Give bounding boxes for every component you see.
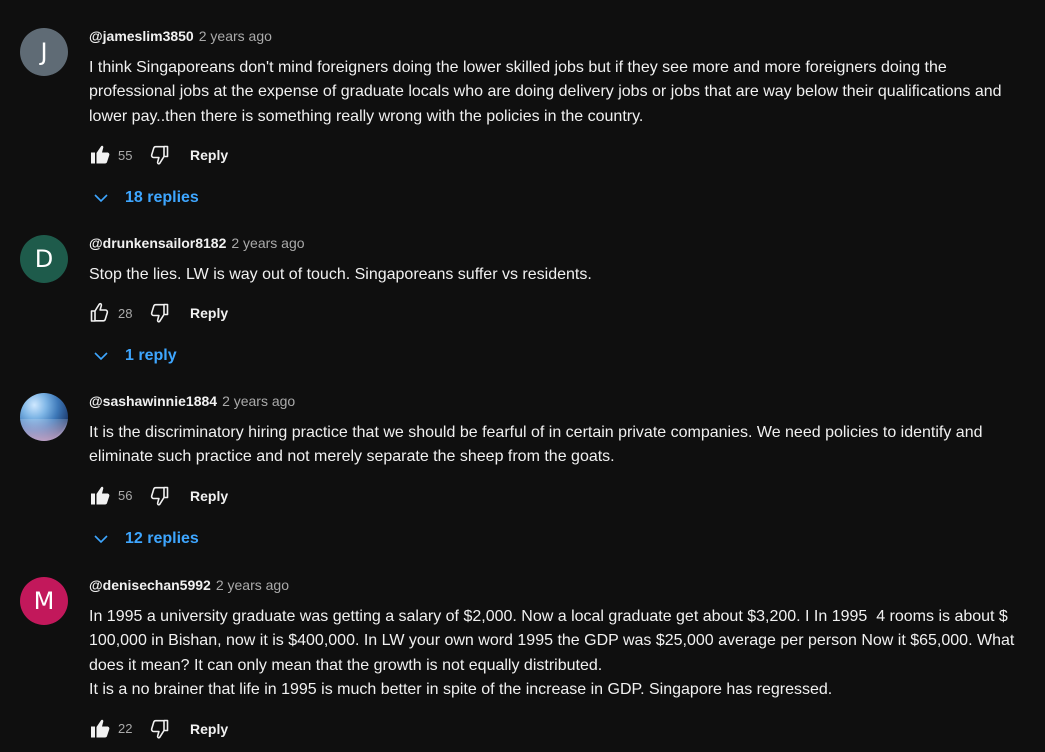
- avatar[interactable]: D: [20, 235, 68, 283]
- comment-actions: 55 Reply: [87, 139, 1025, 171]
- thumbs-down-icon: [150, 719, 169, 739]
- replies-count-label: 18 replies: [125, 189, 199, 207]
- like-button[interactable]: [87, 142, 113, 168]
- like-button[interactable]: [87, 483, 113, 509]
- view-replies-button[interactable]: 1 reply: [91, 338, 1025, 374]
- author-name[interactable]: @jameslim3850: [89, 28, 194, 44]
- thumbs-up-filled-icon: [91, 486, 110, 505]
- like-count: 22: [118, 721, 133, 737]
- dislike-button[interactable]: [146, 716, 172, 742]
- avatar-letter: D: [34, 245, 54, 273]
- thumbs-up-filled-icon: [91, 719, 110, 738]
- chevron-down-icon: [91, 346, 111, 366]
- thumbs-down-icon: [150, 145, 169, 165]
- comment-header: @drunkensailor8182 2 years ago: [89, 235, 1025, 255]
- comment-text: Stop the lies. LW is way out of touch. S…: [89, 266, 592, 283]
- chevron-down-icon: [91, 188, 111, 208]
- thumbs-down-icon: [150, 486, 169, 506]
- like-count: 56: [118, 488, 133, 504]
- comment-timestamp[interactable]: 2 years ago: [231, 235, 304, 251]
- reply-button[interactable]: Reply: [190, 488, 228, 504]
- like-button[interactable]: [87, 300, 113, 326]
- avatar[interactable]: M: [20, 577, 68, 625]
- author-name[interactable]: @denisechan5992: [89, 577, 211, 593]
- reply-button[interactable]: Reply: [190, 305, 228, 321]
- comment-timestamp[interactable]: 2 years ago: [222, 393, 295, 409]
- replies-count-label: 12 replies: [125, 529, 199, 547]
- comment-body: @sashawinnie1884 2 years ago It is the d…: [89, 393, 1025, 557]
- dislike-button[interactable]: [146, 142, 172, 168]
- comment-text: I think Singaporeans don't mind foreigne…: [89, 59, 1006, 125]
- avatar[interactable]: J: [20, 28, 68, 76]
- reply-button[interactable]: Reply: [190, 147, 228, 163]
- comment-actions: 22 Reply: [87, 713, 1025, 745]
- replies-count-label: 1 reply: [125, 347, 177, 365]
- comment-body: @drunkensailor8182 2 years ago Stop the …: [89, 235, 1025, 374]
- comment-header: @denisechan5992 2 years ago: [89, 577, 1025, 597]
- comment-header: @sashawinnie1884 2 years ago: [89, 393, 1025, 413]
- like-button[interactable]: [87, 716, 113, 742]
- reply-button[interactable]: Reply: [190, 721, 228, 737]
- view-replies-button[interactable]: 18 replies: [91, 180, 1025, 216]
- comment-text: In 1995 a university graduate was gettin…: [89, 608, 1015, 699]
- comment-body: @jameslim3850 2 years ago I think Singap…: [89, 28, 1025, 216]
- view-replies-button[interactable]: 12 replies: [91, 521, 1025, 557]
- author-name[interactable]: @sashawinnie1884: [89, 393, 217, 409]
- dislike-button[interactable]: [146, 300, 172, 326]
- thumbs-up-filled-icon: [91, 145, 110, 164]
- comment-timestamp[interactable]: 2 years ago: [216, 577, 289, 593]
- comment-timestamp[interactable]: 2 years ago: [199, 28, 272, 44]
- comment-header: @jameslim3850 2 years ago: [89, 28, 1025, 48]
- like-count: 55: [118, 147, 133, 163]
- avatar-letter: M: [33, 587, 55, 615]
- comment-actions: 56 Reply: [87, 480, 1025, 512]
- dislike-button[interactable]: [146, 483, 172, 509]
- like-count: 28: [118, 305, 133, 321]
- comment-text: It is the discriminatory hiring practice…: [89, 424, 987, 466]
- comment-actions: 28 Reply: [87, 297, 1025, 329]
- avatar[interactable]: [20, 393, 68, 441]
- author-name[interactable]: @drunkensailor8182: [89, 235, 226, 251]
- comment-body: @denisechan5992 2 years ago In 1995 a un…: [89, 577, 1025, 745]
- thumbs-down-icon: [150, 304, 169, 324]
- avatar-letter: J: [40, 38, 48, 66]
- thumbs-up-icon: [90, 303, 109, 323]
- chevron-down-icon: [91, 529, 111, 549]
